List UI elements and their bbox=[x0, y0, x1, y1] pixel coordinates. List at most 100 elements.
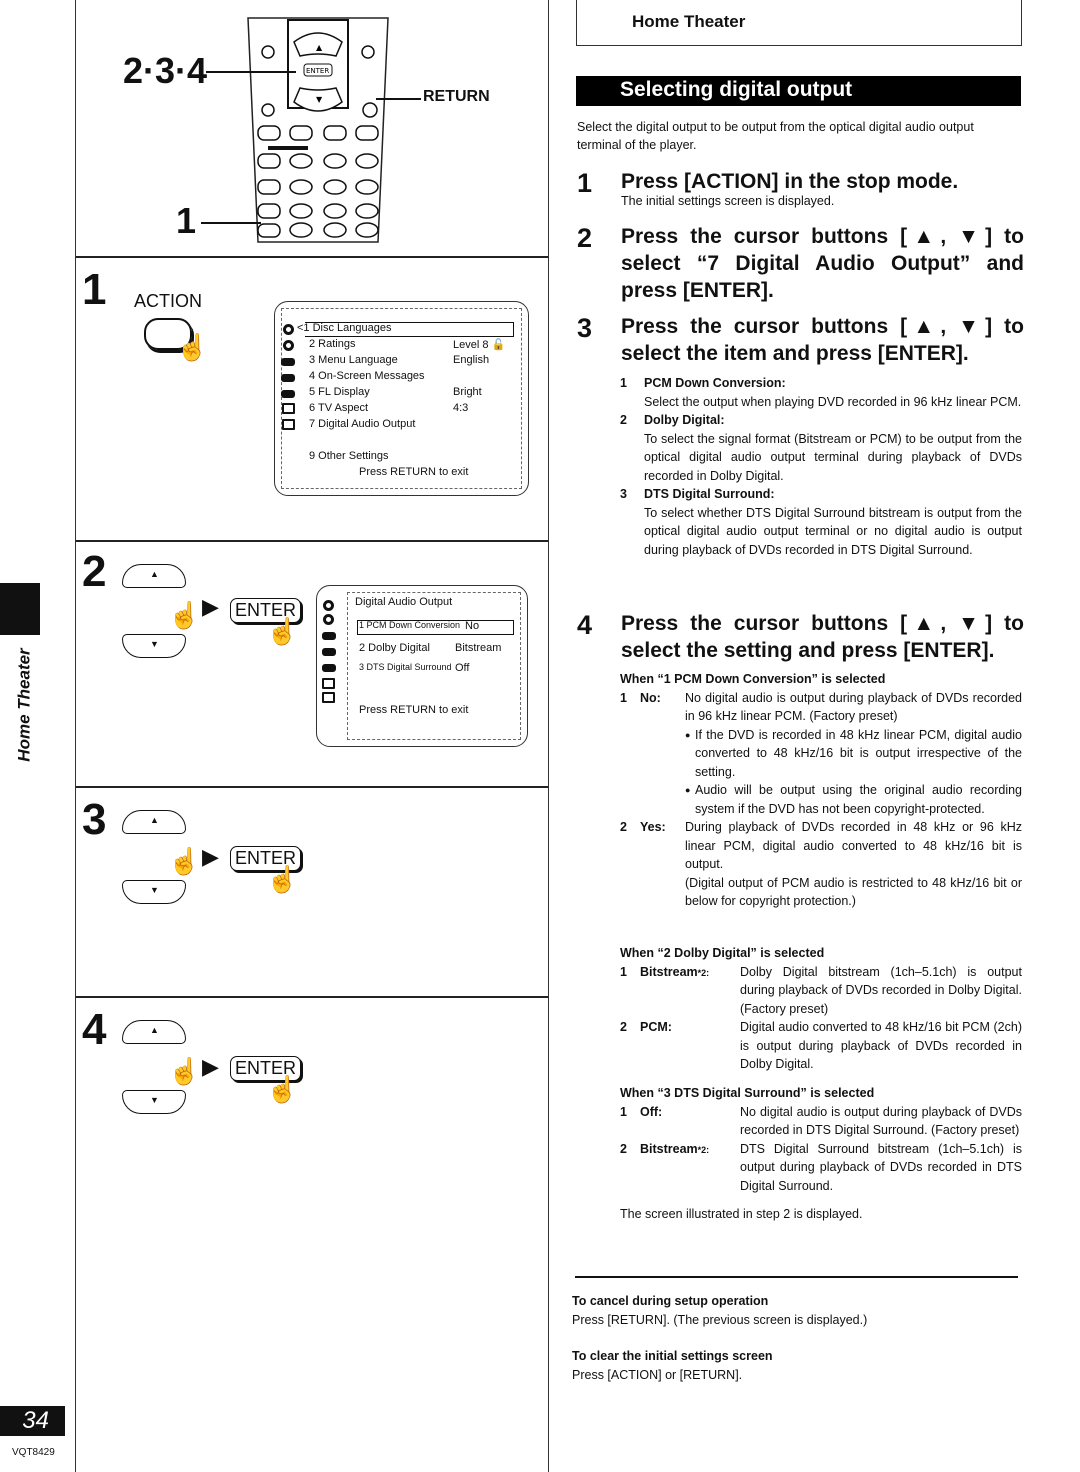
step-4: 4 Press the cursor buttons [▲, ▼] to sel… bbox=[577, 610, 1024, 666]
option-label: PCM: bbox=[640, 1020, 672, 1034]
cursor-down-button-icon: ▼ bbox=[122, 1090, 186, 1114]
left-step-3-panel: 3 ▲ ▼ ☝ ▶ ENTER ☝ bbox=[76, 788, 549, 998]
step-number: 4 bbox=[82, 1005, 107, 1054]
pointing-hand-icon: ☝ bbox=[176, 332, 209, 362]
option-item: 2 Bitstream*2: DTS Digital Surround bits… bbox=[620, 1140, 1022, 1196]
cursor-up-button-icon: ▲ bbox=[122, 1020, 186, 1044]
osd-value: Bright bbox=[453, 386, 482, 398]
osd-initial-settings: <1 Disc Languages 2 Ratings Level 8 🔓 3 … bbox=[274, 301, 529, 496]
option-label: Bitstream bbox=[640, 1141, 698, 1156]
action-button-icon bbox=[257, 223, 281, 238]
option-item: 1 Off: No digital audio is output during… bbox=[620, 1103, 1022, 1140]
item-title: Dolby Digital: bbox=[644, 413, 725, 427]
option-number: 2 bbox=[620, 820, 627, 834]
option-label: Bitstream bbox=[640, 964, 698, 979]
tape-icon bbox=[322, 648, 336, 656]
svg-text:▼: ▼ bbox=[316, 95, 323, 104]
item-title: PCM Down Conversion: bbox=[644, 376, 786, 390]
osd-item[interactable]: <1 Disc Languages bbox=[297, 322, 391, 334]
note-text: Press [ACTION] or [RETURN]. bbox=[572, 1367, 743, 1382]
option-number: 1 bbox=[620, 690, 627, 705]
note-title: To clear the initial settings screen bbox=[572, 1349, 773, 1363]
option-number: 1 bbox=[620, 964, 627, 979]
osd-item[interactable]: 2 Ratings bbox=[309, 338, 355, 350]
remote-illustration-panel: ▲ ENTER ▼ 2·3·4 1 RETURN bbox=[76, 0, 549, 258]
left-step-1-panel: 1 ACTION ☝ <1 Disc Languages 2 Ratings L… bbox=[76, 258, 549, 542]
step-1: 1 Press [ACTION] in the stop mode. The i… bbox=[577, 168, 1024, 214]
step-number: 1 bbox=[577, 168, 593, 198]
item-list: 1 PCM Down Conversion: Select the output… bbox=[620, 374, 1022, 559]
osd-item[interactable]: 7 Digital Audio Output bbox=[309, 418, 415, 430]
section-heading: When “1 PCM Down Conversion” is selected bbox=[620, 672, 886, 686]
option-description: No digital audio is output during playba… bbox=[740, 1104, 1022, 1138]
section-heading: When “3 DTS Digital Surround” is selecte… bbox=[620, 1086, 875, 1100]
osd-item[interactable]: 3 DTS Digital Surround bbox=[359, 662, 452, 672]
leader-line-return bbox=[376, 98, 421, 100]
list-item: 2 Dolby Digital: To select the signal fo… bbox=[620, 411, 1022, 485]
dolby-options-section: When “2 Dolby Digital” is selected 1 Bit… bbox=[620, 944, 1022, 1074]
cursor-down-button-icon: ▼ bbox=[122, 634, 186, 658]
option-item: 1 No: No digital audio is output during … bbox=[620, 689, 1022, 819]
tape-icon bbox=[281, 374, 295, 382]
page-number-text: 34 bbox=[22, 1407, 49, 1434]
section-heading: When “2 Dolby Digital” is selected bbox=[620, 946, 825, 960]
pointing-hand-icon: ☝ bbox=[266, 864, 299, 894]
osd-item[interactable]: 3 Menu Language bbox=[309, 354, 398, 366]
list-item: 1 PCM Down Conversion: Select the output… bbox=[620, 374, 1022, 411]
option-note: (Digital output of PCM audio is restrict… bbox=[685, 875, 1022, 909]
item-description: To select the signal format (Bitstream o… bbox=[644, 431, 1022, 483]
cursor-up-button-icon: ▲ bbox=[122, 810, 186, 834]
osd-item[interactable]: 6 TV Aspect bbox=[309, 402, 368, 414]
closing-text: The screen illustrated in step 2 is disp… bbox=[620, 1207, 863, 1221]
speaker-grid-icon bbox=[322, 692, 335, 703]
osd-item[interactable]: 1 PCM Down Conversion bbox=[359, 620, 460, 630]
page-title-bar: Selecting digital output bbox=[576, 76, 1021, 106]
osd-item[interactable]: 9 Other Settings bbox=[309, 450, 389, 462]
step-number: 1 bbox=[82, 265, 107, 314]
footnote-mark: *2: bbox=[697, 967, 710, 978]
label-return: RETURN bbox=[423, 88, 490, 105]
intro-text: Select the digital output to be output f… bbox=[577, 120, 974, 152]
osd-value: Bitstream bbox=[455, 642, 502, 654]
step-number: 4 bbox=[577, 610, 593, 640]
footnote-mark: *2: bbox=[697, 1144, 710, 1155]
osd-footer: Press RETURN to exit bbox=[359, 704, 469, 716]
left-step-4-panel: 4 ▲ ▼ ☝ ▶ ENTER ☝ bbox=[76, 998, 549, 1472]
osd-value: No bbox=[465, 620, 480, 632]
pointing-hand-icon: ☝ bbox=[266, 1074, 299, 1104]
osd-title: Digital Audio Output bbox=[355, 596, 453, 608]
osd-item[interactable]: 5 FL Display bbox=[309, 386, 370, 398]
step-heading: Press [ACTION] in the stop mode. bbox=[621, 170, 959, 193]
label-step-1: 1 bbox=[176, 200, 197, 241]
option-description: Digital audio converted to 48 kHz/16 bit… bbox=[740, 1020, 1022, 1071]
section-side-label-text: Home Theater bbox=[14, 648, 34, 762]
osd-item[interactable]: 4 On-Screen Messages bbox=[309, 370, 425, 382]
item-number: 2 bbox=[620, 413, 627, 427]
note-text: Press [RETURN]. (The previous screen is … bbox=[572, 1312, 868, 1327]
note-title: To cancel during setup operation bbox=[572, 1294, 769, 1308]
play-arrow-icon: ▶ bbox=[202, 594, 219, 619]
disc-icon bbox=[283, 324, 294, 335]
option-label: Off: bbox=[640, 1104, 663, 1119]
document-code: VQT8429 bbox=[12, 1447, 55, 1458]
speaker-grid-icon bbox=[282, 403, 295, 414]
osd-footer: Press RETURN to exit bbox=[359, 466, 469, 478]
option-description: During playback of DVDs recorded in 48 k… bbox=[685, 820, 1022, 871]
step-heading: Press the cursor buttons [▲, ▼] to selec… bbox=[621, 315, 1024, 365]
section-header: Home Theater bbox=[576, 0, 1022, 46]
osd-value: Level 8 🔓 bbox=[453, 339, 506, 351]
option-description: DTS Digital Surround bitstream (1ch–5.1c… bbox=[740, 1141, 1022, 1193]
option-number: 2 bbox=[620, 1020, 627, 1034]
svg-text:ENTER: ENTER bbox=[306, 67, 329, 75]
leader-line-1 bbox=[201, 222, 261, 224]
disc-icon bbox=[323, 614, 334, 625]
return-button-icon bbox=[362, 102, 378, 118]
svg-text:▲: ▲ bbox=[316, 43, 323, 52]
section-side-label: Home Theater bbox=[0, 640, 70, 780]
option-item: 2 PCM: Digital audio converted to 48 kHz… bbox=[620, 1018, 1022, 1074]
osd-value: Off bbox=[455, 662, 470, 674]
osd-item[interactable]: 2 Dolby Digital bbox=[359, 642, 430, 654]
speaker-grid-icon bbox=[282, 419, 295, 430]
label-steps-234: 2·3·4 bbox=[123, 50, 208, 91]
tape-icon bbox=[322, 632, 336, 640]
